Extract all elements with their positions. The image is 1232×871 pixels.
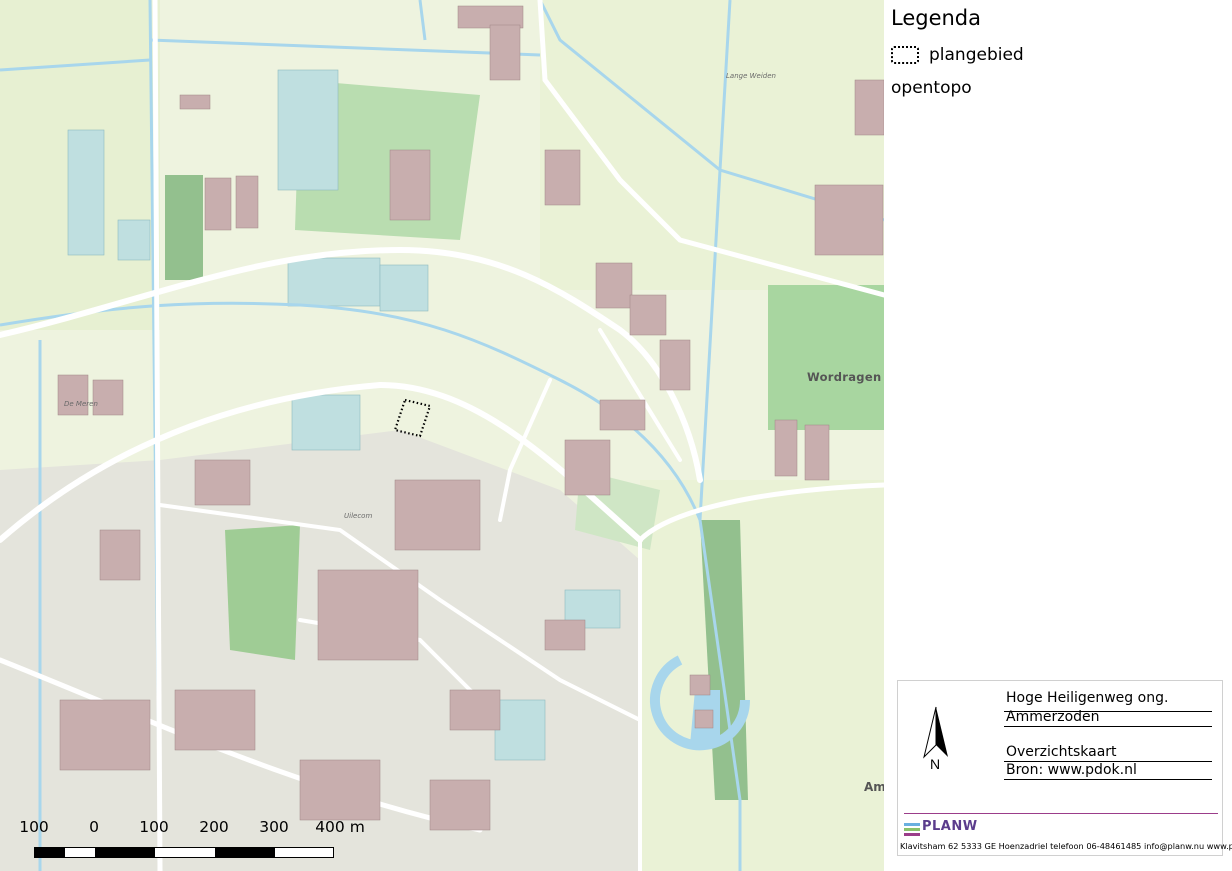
logo-mark-icon — [904, 823, 920, 836]
place-label-wordragen: Wordragen — [807, 370, 882, 384]
north-label: N — [930, 756, 940, 771]
scale-bar-segments — [34, 847, 334, 858]
title-block: N Hoge Heiligenweg ong. Ammerzoden Overz… — [897, 680, 1232, 856]
place-label-am: Am — [864, 780, 884, 794]
forest — [165, 175, 203, 280]
scale-label: 300 — [259, 818, 289, 836]
forest — [225, 525, 300, 660]
legend-layer-opentopo: opentopo — [891, 78, 972, 98]
legend-panel: Legenda plangebied opentopo — [884, 0, 1232, 675]
title-divider — [904, 813, 1218, 814]
legend-title: Legenda — [891, 6, 982, 30]
logo-text: PLANW — [922, 819, 978, 834]
municipality: Ammerzoden — [1006, 709, 1100, 725]
map-canvas[interactable]: Lange Weiden De Meren Uilecom Wordragen … — [0, 0, 884, 871]
scale-label: 0 — [89, 818, 99, 836]
north-arrow-icon: N — [923, 706, 948, 771]
place-label-lange-weiden: Lange Weiden — [726, 72, 776, 80]
place-label-uilecom: Uilecom — [344, 512, 373, 520]
place-label-de-meren: De Meren — [64, 400, 98, 408]
scale-label: 100 — [139, 818, 169, 836]
map-source: Bron: www.pdok.nl — [1006, 762, 1137, 778]
scale-label: 100 — [19, 818, 49, 836]
project-name: Hoge Heiligenweg ong. — [1006, 690, 1169, 706]
grass-field — [768, 285, 884, 430]
contact-info: Klavitsham 62 5333 GE Hoenzadriel telefo… — [900, 841, 1232, 851]
legend-item-plangebied: plangebied — [929, 45, 1024, 65]
scale-label: 400 m — [315, 818, 365, 836]
scale-label: 200 — [199, 818, 229, 836]
topographic-map — [0, 0, 884, 871]
dotted-boundary-icon — [891, 46, 919, 64]
scale-bar: 100 0 100 200 300 400 m — [18, 818, 378, 862]
planw-logo: PLANW — [904, 819, 990, 839]
map-type: Overzichtskaart — [1006, 744, 1117, 760]
